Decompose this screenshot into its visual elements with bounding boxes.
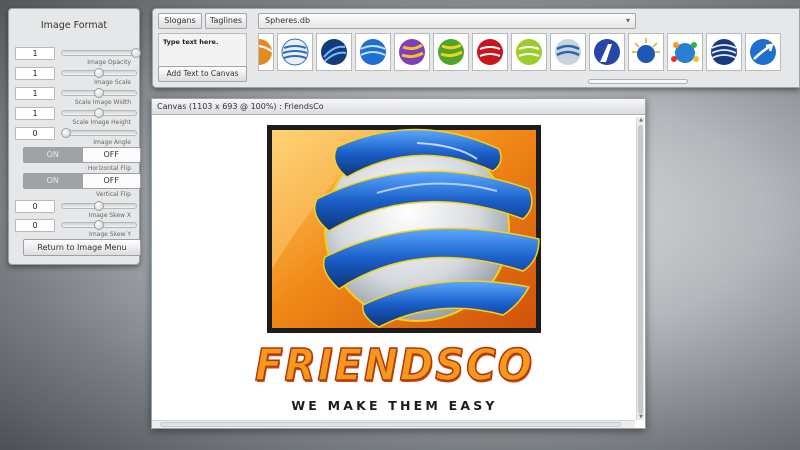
- opacity-slider[interactable]: [61, 48, 141, 58]
- sphere-silver-blue-icon[interactable]: [550, 33, 586, 71]
- skew-y-label: Image Skew Y: [89, 231, 131, 238]
- skew-y-slider[interactable]: [61, 220, 137, 230]
- taglines-tab[interactable]: Taglines: [205, 13, 247, 29]
- scale-width-slider[interactable]: [61, 88, 137, 98]
- chevron-down-icon: ▾: [625, 16, 630, 25]
- opacity-label: Image Opacity: [87, 59, 131, 66]
- skew-x-input[interactable]: 0: [15, 200, 55, 213]
- opacity-slider-knob[interactable]: [131, 48, 141, 58]
- scale-slider[interactable]: [61, 68, 137, 78]
- angle-input[interactable]: 0: [15, 127, 55, 140]
- scale-height-input[interactable]: 1: [15, 107, 55, 120]
- panel-title: Image Format: [40, 20, 108, 31]
- sphere-lime-icon[interactable]: [511, 33, 547, 71]
- add-text-to-canvas-button[interactable]: Add Text to Canvas: [158, 66, 247, 82]
- database-select-value: Spheres.db: [265, 16, 311, 25]
- horizontal-scroll-thumb[interactable]: [160, 422, 621, 427]
- scroll-up-icon[interactable]: ▲: [637, 117, 645, 123]
- opacity-input[interactable]: 1: [15, 47, 55, 60]
- angle-slider[interactable]: [61, 128, 137, 138]
- scale-width-slider-knob[interactable]: [94, 88, 104, 98]
- vertical-flip-toggle[interactable]: ON OFF: [23, 173, 141, 189]
- text-entry-field[interactable]: Type text here.: [158, 33, 247, 69]
- horizontal-flip-on[interactable]: ON: [24, 148, 82, 162]
- sphere-logo-artwork[interactable]: [267, 119, 557, 337]
- horizontal-flip-toggle[interactable]: ON OFF: [23, 147, 141, 163]
- angle-label: Image Angle: [93, 139, 131, 146]
- vertical-flip-label: Vertical Flip: [96, 191, 131, 198]
- return-to-image-menu-button[interactable]: Return to Image Menu: [23, 239, 141, 256]
- sphere-purple-yellow-icon[interactable]: [394, 33, 430, 71]
- vertical-flip-on[interactable]: ON: [24, 174, 82, 188]
- scale-height-slider-knob[interactable]: [94, 108, 104, 118]
- scale-height-slider[interactable]: [61, 108, 137, 118]
- image-format-panel: Image Format 1 Image Opacity 1 Image Sca…: [8, 8, 141, 265]
- sphere-blue-swirl-icon[interactable]: [316, 33, 352, 71]
- brand-tagline-text[interactable]: WE MAKE THEM EASY: [152, 398, 637, 413]
- sphere-navy-stripes-icon[interactable]: [706, 33, 742, 71]
- canvas-vertical-scrollbar[interactable]: ▲ ▼: [636, 117, 644, 420]
- text-panel: Slogans Taglines Type text here. Add Tex…: [152, 8, 800, 88]
- sphere-green-yellow-icon[interactable]: [433, 33, 469, 71]
- canvas-title: Canvas (1103 x 693 @ 100%) : FriendsCo: [152, 99, 645, 115]
- skew-x-slider-knob[interactable]: [94, 201, 104, 211]
- database-select[interactable]: Spheres.db ▾: [258, 13, 636, 29]
- sphere-partial-icon[interactable]: [258, 33, 274, 71]
- scale-input[interactable]: 1: [15, 67, 55, 80]
- scale-slider-knob[interactable]: [94, 68, 104, 78]
- skew-y-input[interactable]: 0: [15, 219, 55, 232]
- horizontal-flip-off[interactable]: OFF: [81, 148, 140, 162]
- sphere-blue-icon[interactable]: [355, 33, 391, 71]
- scale-height-label: Scale Image Height: [72, 119, 131, 126]
- sphere-road-icon[interactable]: [589, 33, 625, 71]
- scale-label: Image Scale: [94, 79, 131, 86]
- skew-y-slider-knob[interactable]: [94, 220, 104, 230]
- thumbnail-strip: [258, 33, 800, 77]
- sphere-sunburst-icon[interactable]: [628, 33, 664, 71]
- scroll-down-icon[interactable]: ▼: [637, 414, 645, 420]
- brand-name-text[interactable]: FRIENDSCO: [171, 339, 617, 392]
- sphere-red-icon[interactable]: [472, 33, 508, 71]
- scale-width-label: Scale Image Width: [74, 99, 131, 106]
- vertical-scroll-thumb[interactable]: [638, 125, 643, 414]
- sphere-white-stripes-icon[interactable]: [277, 33, 313, 71]
- horizontal-flip-label: Horizontal Flip: [87, 165, 131, 172]
- thumbnail-scrollbar[interactable]: [588, 79, 688, 84]
- skew-x-slider[interactable]: [61, 201, 137, 211]
- slogans-tab[interactable]: Slogans: [158, 13, 202, 29]
- canvas-window: Canvas (1103 x 693 @ 100%) : FriendsCo F…: [151, 98, 646, 429]
- scale-width-input[interactable]: 1: [15, 87, 55, 100]
- sphere-people-icon[interactable]: [667, 33, 703, 71]
- sphere-arrow-icon[interactable]: [745, 33, 781, 71]
- canvas-horizontal-scrollbar[interactable]: [152, 420, 635, 428]
- skew-x-label: Image Skew X: [88, 212, 131, 219]
- vertical-flip-off[interactable]: OFF: [81, 174, 140, 188]
- angle-slider-knob[interactable]: [61, 128, 71, 138]
